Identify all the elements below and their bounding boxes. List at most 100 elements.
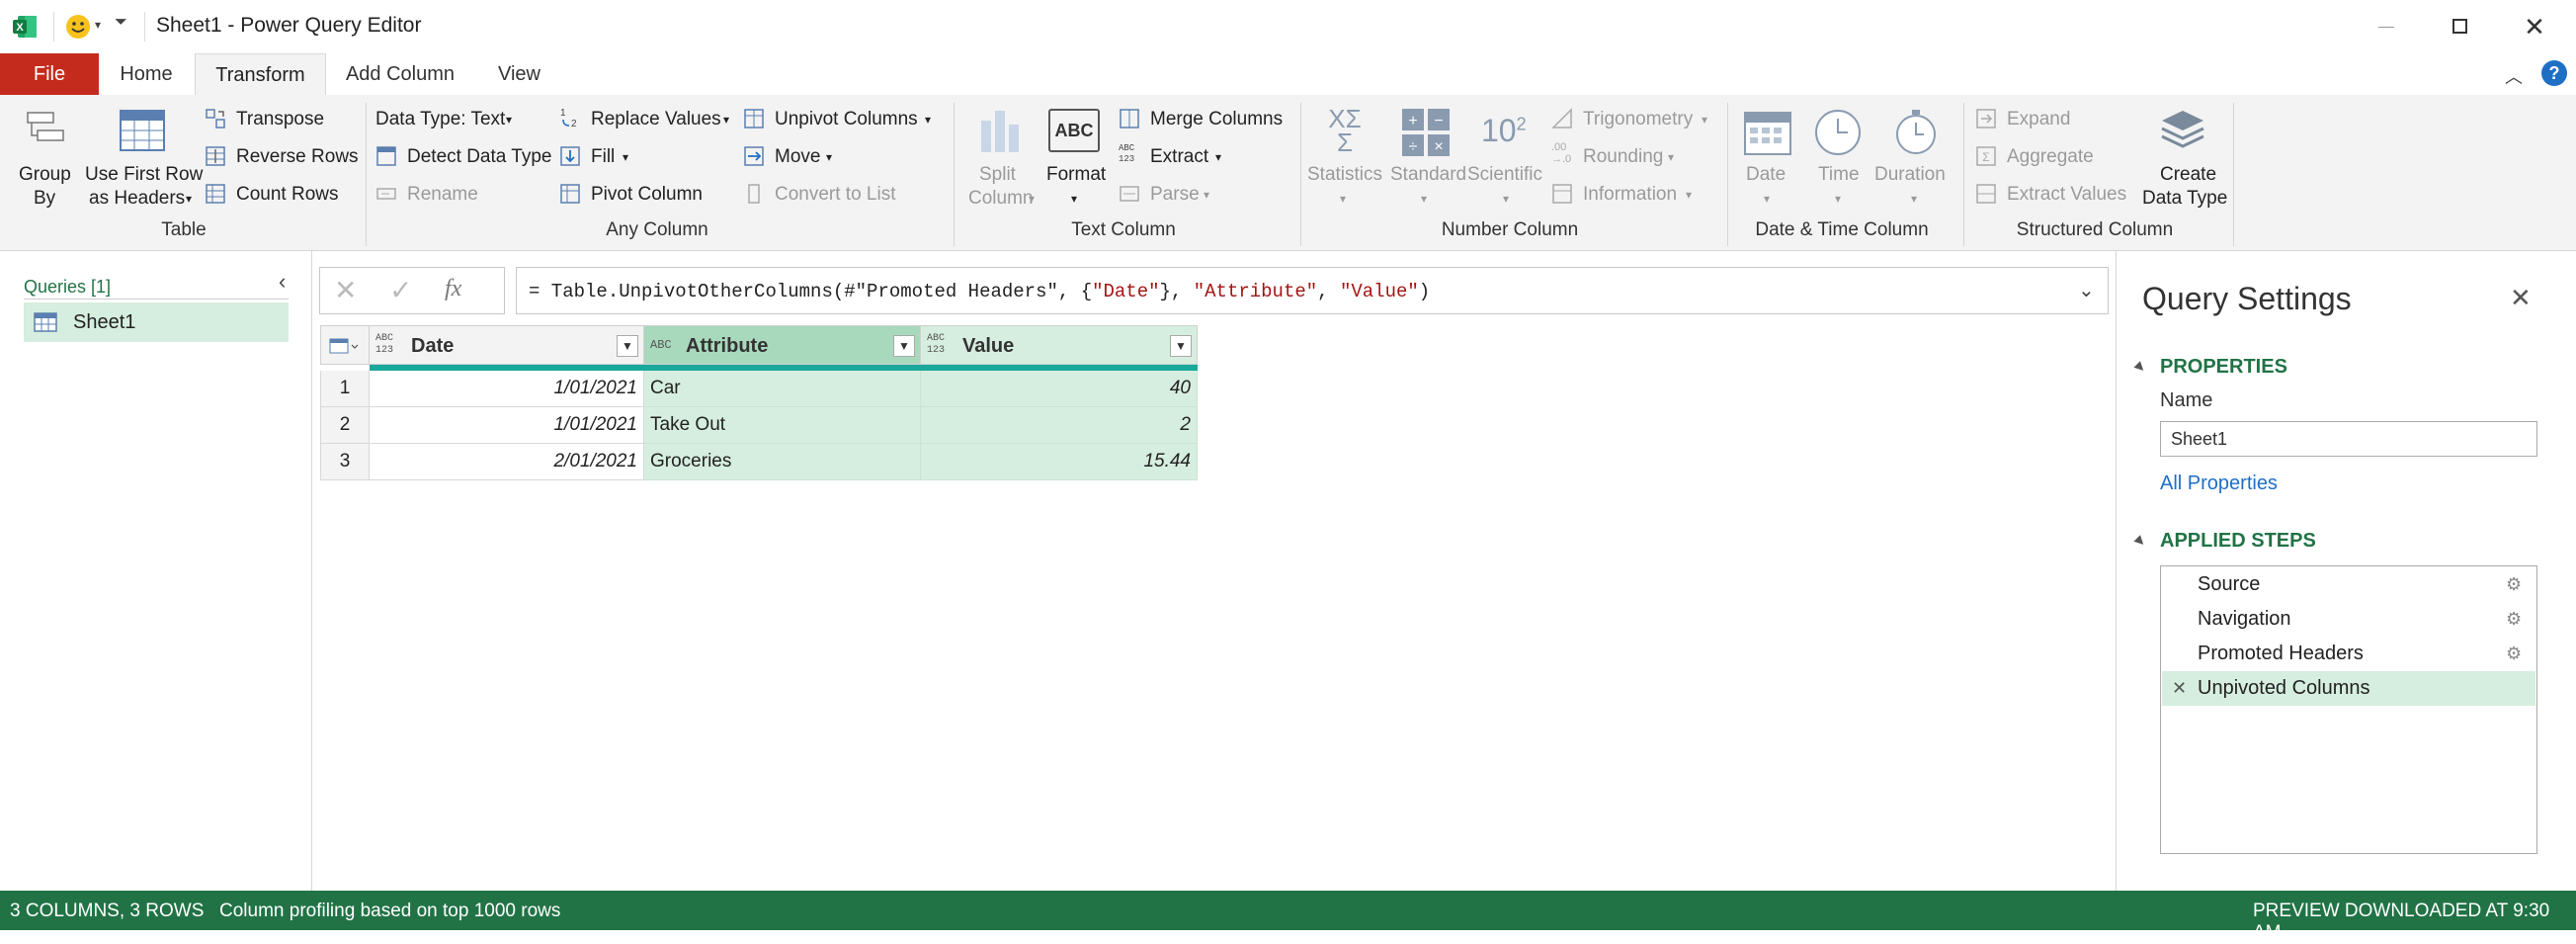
data-type-dropdown[interactable]: Data Type: Text ▾	[375, 104, 524, 133]
standard-button[interactable]: + − ÷ × Standard ▾	[1386, 107, 1466, 215]
split-column-button[interactable]: Split Column ▾	[963, 107, 1039, 215]
delete-step-icon[interactable]: ✕	[2172, 671, 2187, 706]
collapse-triangle-icon[interactable]: ▶	[2132, 533, 2148, 549]
reverse-rows-button[interactable]: Reverse Rows	[205, 141, 359, 171]
cell-date[interactable]: 1/01/2021	[370, 407, 644, 444]
collapse-pane-icon[interactable]: ‹	[279, 269, 286, 295]
close-settings-icon[interactable]: ✕	[2510, 283, 2532, 313]
all-properties-link[interactable]: All Properties	[2160, 472, 2278, 495]
trigonometry-icon	[1551, 108, 1572, 129]
close-icon[interactable]: ✕	[2505, 8, 2564, 45]
use-first-row-label-2: as Headers	[89, 188, 186, 209]
format-button[interactable]: ABC Format ▾	[1040, 107, 1112, 215]
extract-values-button[interactable]: Extract Values	[1975, 179, 2143, 209]
fx-icon[interactable]: fx	[445, 276, 461, 302]
extract-dropdown[interactable]: ABC 123 Extract ▾	[1119, 141, 1227, 171]
step-source[interactable]: Source ⚙	[2162, 567, 2535, 602]
statistics-button[interactable]: ΧΣ Σ Statistics ▾	[1307, 106, 1382, 215]
fill-dropdown[interactable]: Fill ▾	[559, 141, 638, 171]
cell-attribute[interactable]: Car	[644, 371, 921, 407]
step-unpivoted-columns[interactable]: ✕ Unpivoted Columns	[2162, 671, 2535, 706]
information-dropdown[interactable]: Information ▾	[1551, 179, 1700, 209]
step-navigation[interactable]: Navigation ⚙	[2162, 602, 2535, 637]
commit-formula-icon[interactable]: ✓	[389, 274, 412, 306]
chevron-down-icon: ▾	[1029, 192, 1036, 206]
help-icon[interactable]: ?	[2541, 60, 2567, 86]
table-row[interactable]: 1 1/01/2021 Car 40	[320, 371, 1198, 407]
merge-columns-button[interactable]: Merge Columns	[1119, 104, 1291, 133]
cancel-formula-icon[interactable]: ✕	[334, 274, 357, 306]
query-item-sheet1[interactable]: Sheet1	[24, 302, 289, 342]
parse-dropdown[interactable]: Parse ▾	[1119, 179, 1217, 209]
minimize-icon[interactable]	[2357, 8, 2416, 45]
tab-file[interactable]: File	[0, 53, 99, 96]
count-rows-button[interactable]: Count Rows	[205, 179, 343, 209]
cell-date[interactable]: 2/01/2021	[370, 444, 644, 480]
use-first-row-button[interactable]: Use First Row as Headers ▾	[83, 107, 203, 215]
time-button[interactable]: Time ▾	[1806, 107, 1871, 215]
pivot-column-button[interactable]: Pivot Column	[559, 179, 717, 209]
expand-button[interactable]: Expand	[1975, 104, 2104, 133]
applied-steps-list: Source ⚙ Navigation ⚙ Promoted Headers ⚙…	[2160, 565, 2537, 854]
replace-values-button[interactable]: 12 Replace Values ▾	[559, 104, 737, 133]
maximize-icon[interactable]	[2431, 8, 2490, 45]
tab-home[interactable]: Home	[109, 53, 184, 96]
rounding-dropdown[interactable]: .00 →.0 Rounding ▾	[1551, 141, 1680, 171]
row-number: 2	[320, 407, 370, 444]
queries-header[interactable]: Queries [1]	[24, 277, 111, 298]
date-button[interactable]: Date ▾	[1734, 107, 1799, 215]
convert-to-list-button[interactable]: Convert to List	[743, 179, 911, 209]
filter-dropdown-icon[interactable]: ▼	[1170, 335, 1192, 357]
excel-icon[interactable]: X	[12, 14, 38, 40]
chevron-down-icon: ▾	[1835, 192, 1842, 206]
cell-value[interactable]: 40	[921, 371, 1198, 407]
select-all-corner[interactable]	[320, 325, 370, 365]
svg-text:2: 2	[571, 119, 577, 128]
duration-label: Duration	[1874, 164, 1946, 185]
create-data-type-button[interactable]: Create Data Type	[2134, 107, 2233, 215]
tab-add-column[interactable]: Add Column	[336, 53, 464, 96]
expand-formula-icon[interactable]: ⌄	[2078, 278, 2095, 302]
cell-value[interactable]: 15.44	[921, 444, 1198, 480]
unpivot-columns-button[interactable]: Unpivot Columns ▾	[743, 104, 937, 133]
table-row[interactable]: 2 1/01/2021 Take Out 2	[320, 407, 1198, 444]
column-header-date[interactable]: ABC 123 Date ▼	[370, 325, 644, 365]
gear-icon[interactable]: ⚙	[2506, 637, 2522, 671]
tab-view[interactable]: View	[482, 53, 556, 96]
name-field[interactable]: Sheet1	[2160, 421, 2537, 457]
column-header-value[interactable]: ABC 123 Value ▼	[921, 325, 1198, 365]
group-by-button[interactable]: Group By	[10, 107, 81, 215]
table-row[interactable]: 3 2/01/2021 Groceries 15.44	[320, 444, 1198, 480]
step-promoted-headers[interactable]: Promoted Headers ⚙	[2162, 637, 2535, 671]
duration-button[interactable]: Duration ▾	[1870, 107, 1959, 215]
status-profiling[interactable]: Column profiling based on top 1000 rows	[219, 901, 560, 922]
smiley-icon[interactable]	[65, 14, 91, 40]
scientific-button[interactable]: 102 Scientific ▾	[1465, 107, 1544, 215]
trigonometry-dropdown[interactable]: Trigonometry ▾	[1551, 104, 1714, 133]
create-data-type-label-2: Data Type	[2142, 188, 2228, 209]
cell-attribute[interactable]: Take Out	[644, 407, 921, 444]
date-label: Date	[1746, 164, 1787, 185]
transpose-button[interactable]: Transpose	[205, 104, 338, 133]
parse-label: Parse	[1150, 184, 1200, 205]
move-dropdown[interactable]: Move ▾	[743, 141, 842, 171]
clock-icon	[1815, 110, 1861, 155]
formula-input[interactable]: = Table.UnpivotOtherColumns(#"Promoted H…	[516, 267, 2109, 314]
formula-token: "Date"	[1092, 281, 1160, 302]
tab-transform[interactable]: Transform	[195, 53, 326, 96]
detect-data-type-button[interactable]: Detect Data Type	[375, 141, 558, 171]
rename-button[interactable]: Rename	[375, 179, 494, 209]
column-header-attribute[interactable]: ABC Attribute ▼	[644, 325, 921, 365]
chevron-down-icon[interactable]: ▾	[95, 18, 101, 32]
gear-icon[interactable]: ⚙	[2506, 602, 2522, 637]
cell-date[interactable]: 1/01/2021	[370, 371, 644, 407]
cell-attribute[interactable]: Groceries	[644, 444, 921, 480]
collapse-triangle-icon[interactable]: ▶	[2132, 359, 2148, 375]
collapse-ribbon-icon[interactable]: ︿	[2505, 63, 2523, 89]
filter-dropdown-icon[interactable]: ▼	[617, 335, 638, 357]
customize-toolbar-icon[interactable]: ⏷	[115, 14, 127, 32]
cell-value[interactable]: 2	[921, 407, 1198, 444]
aggregate-button[interactable]: Σ Aggregate	[1975, 141, 2114, 171]
gear-icon[interactable]: ⚙	[2506, 567, 2522, 602]
filter-dropdown-icon[interactable]: ▼	[893, 335, 915, 357]
